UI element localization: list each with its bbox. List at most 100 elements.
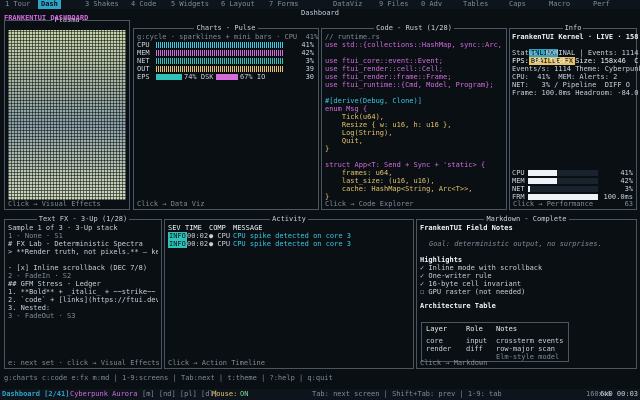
md-td-0-0: core [426, 337, 443, 345]
activity-header-comp: COMP [209, 224, 226, 232]
textfx-panel[interactable]: Text FX - 3-Up (1/28) Sample 1 of 3 · 3-… [4, 215, 162, 369]
info-footer[interactable]: Click → Performance [513, 200, 593, 208]
chart-row-eps-value: 30 [305, 73, 314, 81]
code-line: Quit, [325, 137, 363, 145]
status-screen[interactable]: Dashboard [2/41] [2, 389, 69, 400]
markdown-footer[interactable]: Click → Markdown [420, 359, 487, 367]
code-line: frames: u64, [325, 169, 393, 177]
status-mouse-label: Mouse: [212, 390, 238, 398]
textfx-title: Text FX - 3-Up (1/28) [36, 215, 130, 223]
io-gauge-fill [216, 74, 238, 80]
charts-footer[interactable]: Click → Data Viz [137, 200, 204, 208]
info-frame: Frame: 100.0ms Headroom: -84.0 [512, 89, 639, 97]
code-panel[interactable]: Code - Rust (1/28) // runtime.rs use std:… [321, 24, 507, 210]
activity-comp: ● CPU [209, 240, 231, 248]
textfx-line: - [x] Inline scrollback (DEC 7/8) [8, 264, 148, 272]
info-bar-fill [528, 170, 557, 176]
status-mouse-value[interactable]: ON [240, 389, 248, 400]
tab-dash[interactable]: Dash [38, 0, 61, 9]
tab-tables[interactable]: Tables [460, 0, 491, 9]
tab-dataviz[interactable]: DataViz [330, 0, 366, 9]
md-highlight-1: ✓ Inline mode with scrollback [420, 264, 543, 272]
textfx-line: Sample 1 of 3 · 3-Up stack [8, 224, 118, 232]
textfx-line: ## GFM Stress - Ledger [8, 280, 101, 288]
plasma-panel[interactable]: Plasma Click → Visual Effects [4, 16, 130, 210]
activity-message: CPU spike detected on core 3 [233, 240, 352, 248]
cpu-sparkline [156, 42, 284, 48]
tab-files[interactable]: 9 Files [376, 0, 412, 9]
textfx-line: 1 - None · S1 [8, 232, 63, 240]
activity-header-time: TIME [185, 224, 202, 232]
code-line: // runtime.rs [325, 33, 380, 41]
help-bar: g:charts c:code e:fx m:md | 1-9:screens … [4, 374, 333, 382]
charts-subtitle: g:cycle · sparklines + mini bars · CPU 4… [137, 33, 319, 41]
tab-tour[interactable]: 1 Tour [2, 0, 33, 9]
code-line: cache: HashMap<String, Arc<T>>, [325, 185, 473, 193]
md-highlight-3: ✓ 16-byte cell invariant [420, 280, 522, 288]
tab-adv[interactable]: 0 Adv [418, 0, 445, 9]
activity-header-sev: SEV [168, 224, 181, 232]
chart-row-cpu-label: CPU [137, 41, 150, 49]
textfx-line: 1. **Bold** + _italic_ + ~~strike~~ [8, 288, 156, 296]
info-panel[interactable]: Info FrankenTUI Kernel · LIVE · 158 INLI… [509, 24, 640, 210]
charts-panel[interactable]: Charts - Pulse g:cycle · sparklines + mi… [133, 24, 319, 210]
activity-panel[interactable]: Activity SEV TIME COMP MESSAGE INFO 00:02… [164, 215, 414, 369]
info-bar-label: MEM [512, 177, 525, 185]
info-bar-label: NET [512, 185, 525, 193]
textfx-line: 3 - FadeOut · S3 [8, 312, 76, 320]
tab-perf[interactable]: Perf [590, 0, 613, 9]
chart-row-cpu-value: 41% [301, 41, 314, 49]
io-gauge-label: 67% IO [240, 73, 266, 81]
tab-macro[interactable]: Macro [546, 0, 573, 9]
net-sparkline [156, 58, 284, 64]
code-line: Resize { w: u16, h: u16 }, [325, 121, 452, 129]
activity-footer[interactable]: Click → Action Timeline [168, 359, 265, 367]
plasma-effect [8, 30, 126, 200]
info-bar-label: CPU [512, 169, 525, 177]
status-fps: 6x0 00:03 [600, 390, 638, 398]
md-td-1-2: row-major scan [496, 345, 556, 353]
activity-sev-badge: INFO [168, 232, 187, 240]
code-title: Code - Rust (1/28) [374, 24, 454, 32]
tab-code[interactable]: 4 Code [128, 0, 159, 9]
tab-shakes[interactable]: 3 Shakes [82, 0, 122, 9]
chart-row-mem-label: MEM [137, 49, 150, 57]
md-highlight-4: ☐ GPU raster (not needed) [420, 288, 526, 296]
info-cpu-mem: CPU: 41% MEM: Alerts: 2 [512, 73, 618, 81]
info-bar-fill [528, 178, 557, 184]
chart-row-out-value: 39 [305, 65, 314, 73]
tab-caps[interactable]: Caps [506, 0, 529, 9]
status-bar: Dashboard [2/41] Cyberpunk Aurora [m] [n… [0, 389, 640, 400]
code-line: use ftui_render::cell::Cell; [325, 65, 444, 73]
code-line: last_size: (u16, u16), [325, 177, 435, 185]
charts-title: Charts - Pulse [194, 24, 258, 32]
code-line: use ftui_core::event::Event; [325, 57, 444, 65]
textfx-footer[interactable]: e: next set · click → Visual Effects [8, 359, 160, 367]
tab-bar: 1 Tour Dash 3 Shakes 4 Code 5 Widgets 6 … [0, 0, 640, 9]
info-title: Info [562, 24, 584, 32]
code-footer[interactable]: Click → Code Explorer [325, 200, 414, 208]
chart-row-out-label: OUT [137, 65, 150, 73]
chart-row-eps-label: EPS [137, 73, 150, 81]
info-events: Events/s: 1114 Theme: Cyberpunk [512, 65, 640, 73]
md-td-0-2: crossterm events [496, 337, 564, 345]
tab-forms[interactable]: 7 Forms [266, 0, 302, 9]
activity-comp: ● CPU [209, 232, 231, 240]
info-fps: FPS: 10 Tick: Size: 158x46 C [512, 57, 639, 65]
tab-widgets[interactable]: 5 Widgets [168, 0, 212, 9]
brand-label: FRANKENTUI DASHBOARD [4, 14, 89, 22]
md-highlights-title: Highlights [420, 256, 463, 264]
info-bar-value: 42% [620, 177, 633, 185]
code-line: use ftui_render::frame::Frame; [325, 73, 452, 81]
textfx-line: 2 - FadeIn · S2 [8, 272, 72, 280]
tab-layout[interactable]: 6 Layout [218, 0, 258, 9]
markdown-panel[interactable]: Markdown - Complete FrankenTUI Field Not… [416, 215, 637, 369]
code-line: Log(String), [325, 129, 393, 137]
status-theme[interactable]: Cyberpunk Aurora [70, 389, 137, 400]
markdown-title: Markdown - Complete [484, 215, 569, 223]
md-th-layer: Layer [426, 325, 448, 333]
dsk-gauge-label: 74% DSK [184, 73, 214, 81]
info-net: NET: 3% / Pipeline DIFF O [512, 81, 631, 89]
code-line: enum Msg { [325, 105, 368, 113]
plasma-footer[interactable]: Click → Visual Effects [8, 200, 101, 208]
